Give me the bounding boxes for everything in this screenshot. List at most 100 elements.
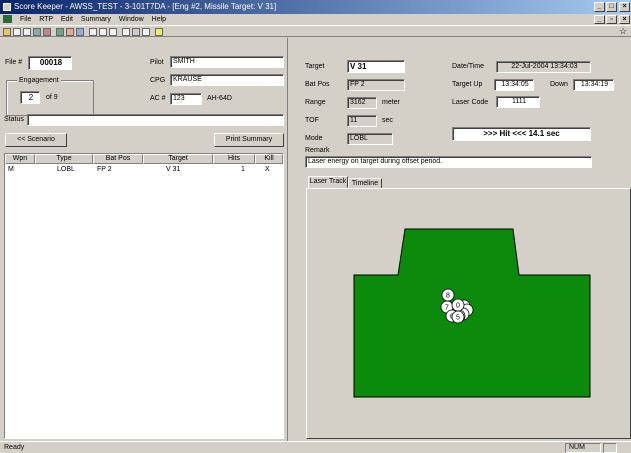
ac-number-field[interactable]: 123	[170, 93, 202, 105]
tof-unit: sec	[382, 117, 393, 124]
status-text: Ready	[4, 444, 25, 451]
tof-label: TOF	[305, 117, 319, 124]
target-field[interactable]: V 31	[347, 60, 405, 73]
engagement-label: Engagement	[17, 76, 61, 85]
col-kill[interactable]: Kill	[255, 154, 283, 164]
range-field: 3162	[347, 97, 377, 109]
menu-bar: File RTP Edit Summary Window Help _ ▫ ×	[0, 14, 631, 25]
scenario-button[interactable]: << Scenario	[5, 133, 67, 147]
pin-icon[interactable]	[66, 28, 74, 36]
batpos-label: Bat Pos	[305, 81, 330, 88]
tof-field: 11	[347, 115, 377, 127]
col-type[interactable]: Type	[35, 154, 93, 164]
title-bar: Score Keeper - AWSS_TEST - 3-101T7DA - […	[0, 0, 631, 14]
datetime-label: Date/Time	[452, 63, 485, 70]
track-point-label: 8	[446, 293, 450, 300]
close-button[interactable]: ×	[619, 2, 630, 12]
status-label: Status	[4, 116, 24, 123]
target-label: Target	[305, 63, 325, 70]
laser-track-canvas: 8 7 0 6	[353, 228, 591, 398]
doc-icon[interactable]	[89, 28, 97, 36]
file-number-field[interactable]: 00018	[28, 56, 72, 70]
print-icon[interactable]	[132, 28, 140, 36]
datetime-field: 22-Jul-2004 13:34:03	[496, 61, 591, 73]
user-icon[interactable]	[76, 28, 84, 36]
tab-laser-track[interactable]: Laser Track	[308, 176, 348, 188]
new-icon[interactable]	[13, 28, 21, 36]
tools-icon[interactable]	[43, 28, 51, 36]
track-point-label: 7	[445, 305, 449, 312]
minimize-button[interactable]: _	[594, 2, 605, 12]
range-unit: meter	[382, 99, 400, 106]
help-icon[interactable]	[155, 28, 163, 36]
cell-type: LOBL	[57, 166, 75, 173]
status-field[interactable]	[27, 114, 284, 126]
menu-window[interactable]: Window	[119, 16, 144, 23]
ac-type-label: AH-64D	[207, 95, 232, 102]
menu-edit[interactable]: Edit	[61, 16, 73, 23]
remark-label: Remark	[305, 147, 330, 154]
cut-icon[interactable]	[142, 28, 150, 36]
pilot-field[interactable]: SMITH	[170, 56, 284, 68]
target-up-field[interactable]: 13:34:05	[494, 79, 534, 91]
range-label: Range	[305, 99, 326, 106]
engagement-field[interactable]: 2	[20, 91, 40, 104]
down-label: Down	[550, 81, 568, 88]
col-wpn[interactable]: Wpn	[5, 154, 35, 164]
mode-label: Mode	[305, 135, 323, 142]
cpg-label: CPG	[150, 77, 166, 84]
new2-icon[interactable]	[23, 28, 31, 36]
pilot-label: Pilot	[150, 59, 164, 66]
remark-field[interactable]: Laser energy on target during offset per…	[305, 156, 592, 168]
cell-wpn: M	[8, 166, 14, 173]
batpos-field: FP 2	[347, 79, 405, 91]
menu-file[interactable]: File	[20, 16, 31, 23]
menu-rtp[interactable]: RTP	[39, 16, 53, 23]
hit-result-display: >>> Hit <<< 14.1 sec	[452, 127, 591, 141]
target-up-label: Target Up	[452, 81, 483, 88]
cell-batpos: FP 2	[97, 166, 112, 173]
toolbar: ☆	[0, 25, 631, 37]
table-row[interactable]: M LOBL FP 2 V 31 1 X	[5, 164, 283, 174]
menu-help[interactable]: Help	[152, 16, 166, 23]
track-point-label: 5	[456, 315, 460, 322]
down-field[interactable]: 13:34:19	[573, 79, 614, 91]
doc3-icon[interactable]	[109, 28, 117, 36]
file-label: File #	[5, 59, 23, 66]
track-point-0: 0	[451, 298, 465, 312]
print-summary-button[interactable]: Print Summary	[214, 133, 284, 147]
col-hits[interactable]: Hits	[213, 154, 255, 164]
laser-code-label: Laser Code	[452, 99, 489, 106]
cell-target: V 31	[166, 166, 181, 173]
doc2-icon[interactable]	[99, 28, 107, 36]
menu-summary[interactable]: Summary	[81, 16, 111, 23]
laser-code-field[interactable]: 1111	[496, 96, 540, 108]
app-icon	[3, 3, 11, 11]
open-icon[interactable]	[3, 28, 11, 36]
cpg-field[interactable]: KRAUSE	[170, 74, 284, 86]
mdi-minimize-button[interactable]: _	[594, 15, 605, 24]
status-bar: Ready NUM	[0, 441, 631, 453]
engagement-table: Wpn Type Bat Pos Target Hits Kill M LOBL…	[4, 153, 284, 439]
ac-label: AC #	[150, 95, 166, 102]
col-target[interactable]: Target	[143, 154, 213, 164]
num-lock-indicator: NUM	[565, 443, 601, 453]
document-icon	[3, 15, 12, 24]
chart-icon[interactable]	[56, 28, 64, 36]
cell-hits: 1	[241, 166, 245, 173]
mode-field: LOBL	[347, 133, 393, 145]
graph-icon[interactable]	[122, 28, 130, 36]
engagement-group: Engagement 2 of 9	[6, 76, 94, 116]
save-icon[interactable]	[33, 28, 41, 36]
mdi-close-button[interactable]: ×	[619, 15, 630, 24]
mdi-restore-button[interactable]: ▫	[606, 15, 617, 24]
cell-kill: X	[265, 166, 270, 173]
col-batpos[interactable]: Bat Pos	[93, 154, 143, 164]
window-title: Score Keeper - AWSS_TEST - 3-101T7DA - […	[14, 2, 277, 11]
star-icon[interactable]: ☆	[619, 26, 627, 37]
track-point-5: 5	[451, 310, 465, 324]
status-pane	[603, 443, 617, 453]
laser-track-view: 8 7 0 6	[306, 188, 631, 439]
engagement-of-label: of 9	[46, 94, 58, 101]
maximize-button[interactable]: □	[606, 2, 617, 12]
